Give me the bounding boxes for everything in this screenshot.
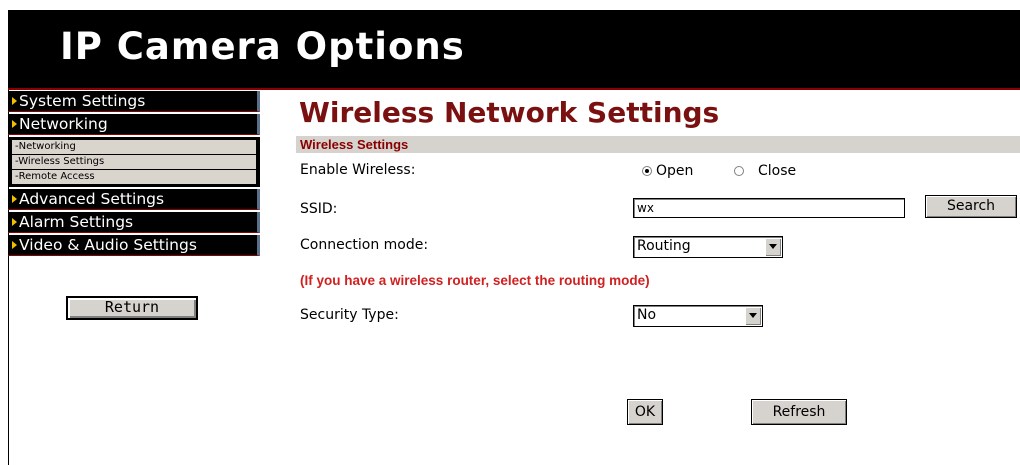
sidebar-subitem-networking[interactable]: -Networking	[12, 140, 256, 154]
radio-close[interactable]	[734, 166, 744, 176]
arrow-right-icon	[12, 218, 17, 226]
routing-note: (If you have a wireless router, select t…	[300, 273, 650, 288]
refresh-button[interactable]: Refresh	[751, 399, 847, 425]
connection-mode-value: Routing	[637, 238, 691, 254]
header-title: IP Camera Options	[60, 25, 465, 68]
arrow-right-icon	[12, 97, 17, 105]
arrow-right-icon	[12, 195, 17, 203]
sidebar-item-label: Advanced Settings	[19, 190, 165, 208]
connection-mode-label: Connection mode:	[300, 237, 429, 253]
sidebar-item-label: Video & Audio Settings	[19, 236, 197, 254]
radio-open[interactable]	[642, 166, 652, 176]
sidebar-item-video-audio-settings[interactable]: Video & Audio Settings	[8, 235, 260, 256]
sidebar-item-label: System Settings	[19, 92, 146, 110]
header: IP Camera Options	[8, 10, 1020, 90]
sidebar-subitem-wireless-settings[interactable]: -Wireless Settings	[12, 155, 256, 169]
arrow-right-icon	[12, 241, 17, 249]
sidebar-item-system-settings[interactable]: System Settings	[8, 91, 260, 112]
sidebar-item-advanced-settings[interactable]: Advanced Settings	[8, 189, 260, 210]
security-type-value: No	[637, 307, 657, 323]
ssid-input[interactable]: wx	[633, 198, 905, 218]
section-header: Wireless Settings	[296, 136, 1020, 153]
chevron-down-icon	[745, 307, 761, 325]
chevron-down-icon	[765, 238, 781, 256]
arrow-right-icon	[12, 120, 17, 128]
security-type-label: Security Type:	[300, 307, 399, 323]
sidebar-item-alarm-settings[interactable]: Alarm Settings	[8, 212, 260, 233]
search-button[interactable]: Search	[925, 195, 1017, 218]
ok-button[interactable]: OK	[627, 399, 663, 425]
sidebar-subitem-remote-access[interactable]: -Remote Access	[12, 170, 256, 184]
sidebar-submenu: -Networking -Wireless Settings -Remote A…	[8, 137, 260, 187]
radio-open-label: Open	[656, 163, 694, 179]
sidebar-item-label: Alarm Settings	[19, 213, 134, 231]
sidebar-item-networking[interactable]: Networking	[8, 114, 260, 135]
return-button[interactable]: Return	[66, 296, 198, 320]
page-title: Wireless Network Settings	[299, 96, 720, 129]
radio-close-label: Close	[758, 163, 797, 179]
sidebar-item-label: Networking	[19, 115, 108, 133]
enable-wireless-label: Enable Wireless:	[300, 162, 416, 178]
sidebar: System Settings Networking -Networking -…	[8, 91, 260, 258]
ssid-label: SSID:	[300, 201, 338, 217]
connection-mode-select[interactable]: Routing	[633, 236, 783, 258]
security-type-select[interactable]: No	[633, 305, 763, 327]
